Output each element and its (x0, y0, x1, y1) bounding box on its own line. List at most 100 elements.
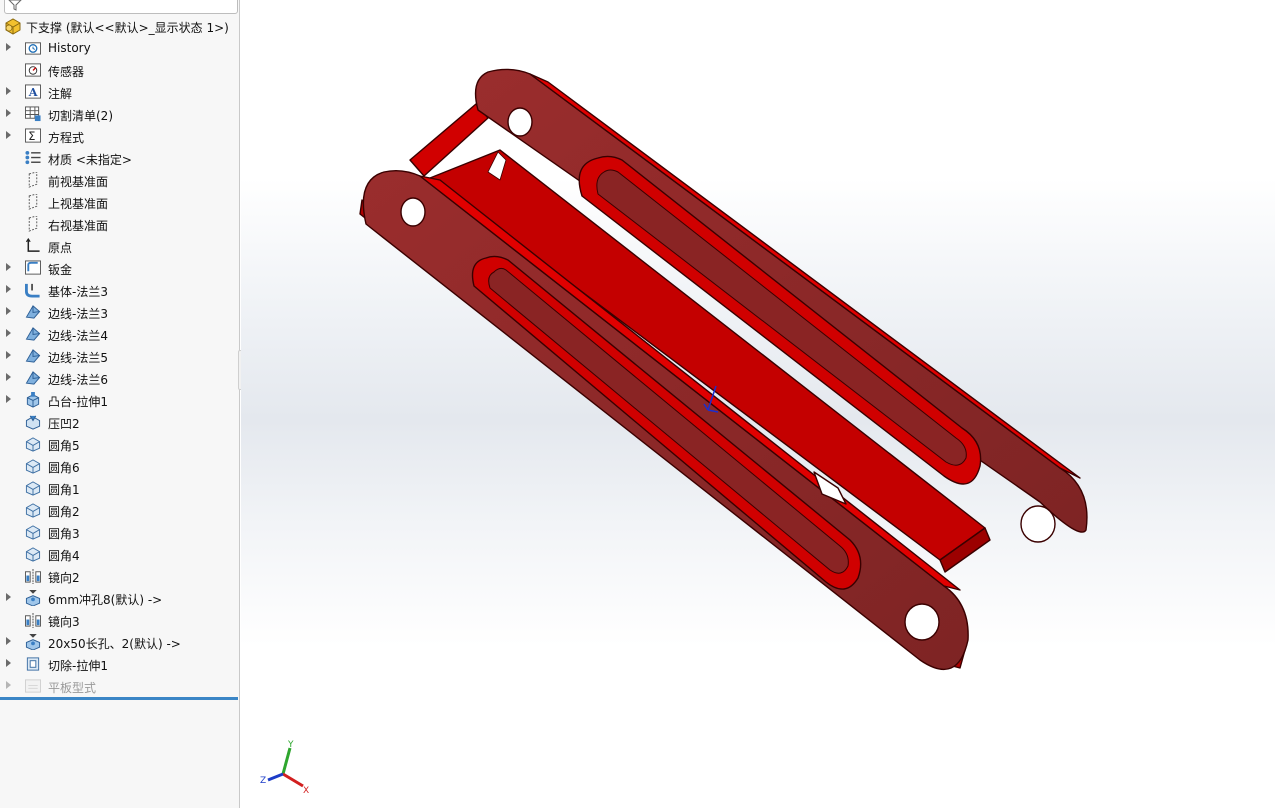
plane-icon (28, 172, 38, 188)
mirror-icon (25, 568, 41, 584)
tree-item[interactable]: 压凹2 (0, 411, 238, 433)
expand-arrow-icon[interactable] (6, 593, 11, 601)
tree-item[interactable]: 凸台-拉伸1 (0, 389, 238, 411)
forming-tool-icon (25, 590, 41, 606)
tree-item-label: 镜向3 (48, 615, 80, 629)
expand-arrow-icon[interactable] (6, 373, 11, 381)
tree-item[interactable]: 边线-法兰6 (0, 367, 238, 389)
tree-item[interactable]: 20x50长孔、2(默认) -> (0, 631, 238, 653)
tree-item[interactable]: 原点 (0, 235, 238, 257)
tree-item-label: 注解 (48, 87, 73, 101)
triad-y-label: Y (287, 740, 294, 750)
tree-item-label: 上视基准面 (48, 197, 109, 211)
tree-item-label: 圆角3 (48, 527, 80, 541)
tree-item[interactable]: 边线-法兰5 (0, 345, 238, 367)
tree-item-label: 圆角6 (48, 461, 80, 475)
tree-item[interactable]: 右视基准面 (0, 213, 238, 235)
fillet-icon (25, 547, 41, 562)
material-icon (25, 150, 41, 165)
expand-arrow-icon[interactable] (6, 263, 11, 271)
fillet-icon (25, 459, 41, 474)
bracket-part[interactable] (359, 68, 1088, 671)
tree-item[interactable]: 基体-法兰3 (0, 279, 238, 301)
part-model-view: Y X Z (260, 68, 1088, 796)
tree-item[interactable]: 边线-法兰3 (0, 301, 238, 323)
tree-item[interactable]: Σ 方程式 (0, 125, 238, 147)
tree-item-label: 圆角5 (48, 439, 80, 453)
fillet-icon (25, 481, 41, 496)
tree-item-label: 基体-法兰3 (48, 285, 108, 299)
triad-x-label: X (303, 786, 309, 796)
tree-item[interactable]: History (0, 37, 238, 59)
tree-item-label: 6mm冲孔8(默认) -> (48, 593, 163, 607)
tree-root-label: 下支撑 (默认<<默认>_显示状态 1>) (26, 21, 229, 35)
feature-manager-tree: 下支撑 (默认<<默认>_显示状态 1>) History 传感器 A 注解切割清单(… (0, 0, 240, 808)
tree-item[interactable]: 圆角1 (0, 477, 238, 499)
boss-extrude-icon (26, 392, 40, 408)
tree-item[interactable]: 前视基准面 (0, 169, 238, 191)
expand-arrow-icon[interactable] (6, 87, 11, 95)
annotation-icon: A (25, 84, 41, 99)
tree-item-label: History (48, 41, 91, 55)
svg-text:A: A (28, 85, 38, 99)
tree-item-label: 边线-法兰3 (48, 307, 108, 321)
tree-item[interactable]: 镜向3 (0, 609, 238, 631)
tree-item[interactable]: 圆角2 (0, 499, 238, 521)
expand-arrow-icon[interactable] (6, 637, 11, 645)
expand-arrow-icon[interactable] (6, 681, 11, 689)
tree-item-label: 凸台-拉伸1 (48, 395, 108, 409)
tree-item[interactable]: A 注解 (0, 81, 238, 103)
expand-arrow-icon[interactable] (6, 659, 11, 667)
tree-item[interactable]: 切割清单(2) (0, 103, 238, 125)
tree-item-label: 传感器 (48, 65, 85, 79)
tree-filter-input[interactable] (4, 0, 238, 14)
tree-item[interactable]: 传感器 (0, 59, 238, 81)
sheet-metal-icon (25, 260, 41, 275)
tree-item-label: 右视基准面 (48, 219, 109, 233)
fillet-icon (25, 503, 41, 518)
tree-item-label: 切割清单(2) (48, 109, 113, 123)
expand-arrow-icon[interactable] (6, 109, 11, 117)
tree-item[interactable]: 切除-拉伸1 (0, 653, 238, 675)
tree-item[interactable]: 平板型式 (0, 675, 238, 697)
tree-item-label: 镜向2 (48, 571, 80, 585)
filter-icon[interactable] (8, 0, 22, 11)
expand-arrow-icon[interactable] (6, 131, 11, 139)
mirror-icon (25, 612, 41, 628)
tree-item-label: 边线-法兰6 (48, 373, 108, 387)
expand-arrow-icon[interactable] (6, 329, 11, 337)
edge-flange-icon (25, 349, 41, 363)
flat-pattern-icon (25, 679, 41, 693)
tree-item[interactable]: 6mm冲孔8(默认) -> (0, 587, 238, 609)
tree-item[interactable]: 钣金 (0, 257, 238, 279)
tree-item-label: 原点 (48, 241, 73, 255)
fillet-icon (25, 525, 41, 540)
tree-item[interactable]: 圆角5 (0, 433, 238, 455)
indent-icon (25, 415, 41, 430)
expand-arrow-icon[interactable] (6, 43, 11, 51)
tree-item[interactable]: 圆角4 (0, 543, 238, 565)
tree-item[interactable]: 圆角3 (0, 521, 238, 543)
expand-arrow-icon[interactable] (6, 285, 11, 293)
tree-item-label: 材质 <未指定> (48, 153, 132, 167)
forming-tool-icon (25, 634, 41, 650)
tree-item-label: 平板型式 (48, 681, 97, 695)
plane-icon (28, 194, 38, 210)
tree-item[interactable]: 圆角6 (0, 455, 238, 477)
view-triad[interactable]: Y X Z (260, 740, 309, 796)
tree-item[interactable]: 镜向2 (0, 565, 238, 587)
equation-icon: Σ (25, 128, 41, 143)
tree-item[interactable]: 边线-法兰4 (0, 323, 238, 345)
expand-arrow-icon[interactable] (6, 351, 11, 359)
tree-item[interactable]: 上视基准面 (0, 191, 238, 213)
graphics-viewport[interactable]: Y X Z (241, 0, 1275, 808)
tree-item-label: 边线-法兰5 (48, 351, 108, 365)
tree-item-label: 20x50长孔、2(默认) -> (48, 637, 181, 651)
expand-arrow-icon[interactable] (6, 395, 11, 403)
fillet-icon (25, 437, 41, 452)
tree-item[interactable]: 材质 <未指定> (0, 147, 238, 169)
tree-item-label: 前视基准面 (48, 175, 109, 189)
expand-arrow-icon[interactable] (6, 307, 11, 315)
tree-root-part[interactable]: 下支撑 (默认<<默认>_显示状态 1>) (0, 15, 238, 37)
rollback-bar[interactable] (0, 697, 238, 700)
